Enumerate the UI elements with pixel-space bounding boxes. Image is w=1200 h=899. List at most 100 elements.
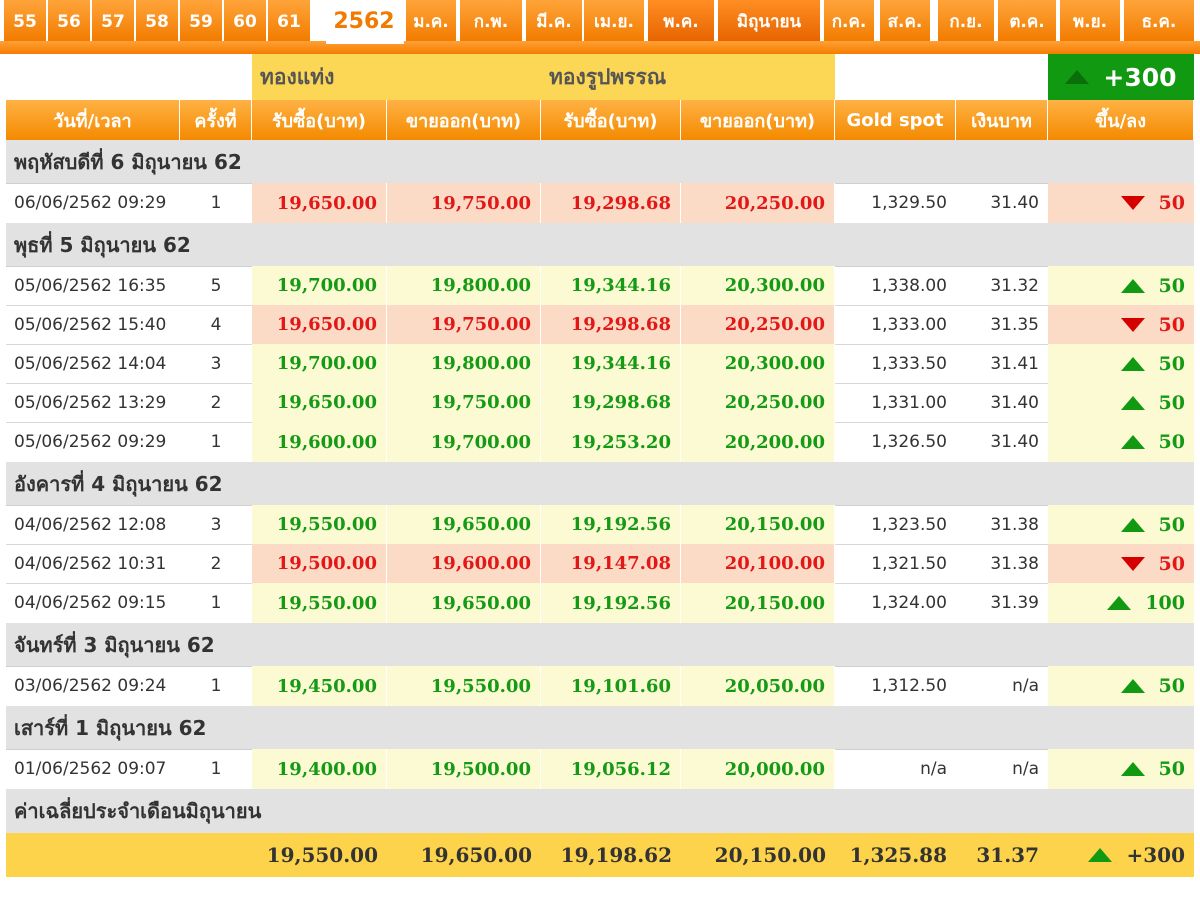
- group-ornament-gold: ทองรูปพรรณ: [541, 54, 835, 100]
- row-bar-buy: 19,650.00: [252, 183, 387, 223]
- row-thb-rate: 31.40: [990, 193, 1039, 213]
- row-change: 50: [1048, 505, 1194, 544]
- row-datetime: 04/06/2562 10:31: [14, 553, 167, 574]
- row-datetime: 04/06/2562 12:08: [14, 514, 167, 535]
- tab-month-19[interactable]: ธ.ค.: [1124, 0, 1196, 41]
- group-header-row: ทองแท่ง ทองรูปพรรณ +300: [6, 54, 1194, 100]
- tab-month-15[interactable]: ส.ค.: [880, 0, 932, 41]
- row-round: 1: [210, 676, 222, 696]
- tab-month-11[interactable]: เม.ย.: [584, 0, 646, 41]
- row-bar-sell: 19,750.00: [387, 383, 541, 422]
- row-round: 3: [210, 353, 222, 374]
- tab-month-8[interactable]: ม.ค.: [406, 0, 458, 41]
- row-orn-sell: 20,100.00: [681, 544, 835, 583]
- row-round: 1: [210, 432, 222, 452]
- row-orn-sell: 20,300.00: [681, 344, 835, 383]
- row-change-value: 50: [1158, 391, 1185, 414]
- row-bar-sell: 19,650.00: [387, 505, 541, 544]
- tab-month-14[interactable]: ก.ค.: [824, 0, 876, 41]
- row-round: 5: [210, 275, 222, 296]
- tab-month-16[interactable]: ก.ย.: [938, 0, 996, 41]
- average-orn-sell: 20,150.00: [714, 843, 826, 867]
- row-bar-sell: 19,800.00: [387, 344, 541, 383]
- table-row: 05/06/2562 15:40 4 19,650.00 19,750.00 19,29…: [6, 305, 1194, 345]
- row-bar-sell: 19,500.00: [387, 749, 541, 789]
- average-change: +300: [1048, 833, 1194, 877]
- row-gold-spot: n/a: [920, 759, 947, 779]
- tab-month-17[interactable]: ต.ค.: [998, 0, 1058, 41]
- row-orn-buy: 19,298.68: [541, 183, 681, 223]
- row-round: 1: [210, 593, 222, 613]
- tab-year-4[interactable]: 59: [180, 0, 224, 41]
- row-bar-sell: 19,750.00: [387, 183, 541, 223]
- column-header-1: ครั้งที่: [180, 100, 252, 140]
- table-row: 05/06/2562 09:29 1 19,600.00 19,700.00 19,25…: [6, 422, 1194, 463]
- row-gold-spot: 1,331.00: [871, 392, 947, 413]
- column-header-0: วันที่/เวลา: [6, 100, 180, 140]
- triangle-up-icon: [1120, 278, 1145, 293]
- average-spacer: [6, 833, 252, 877]
- tab-year-7[interactable]: 2562: [326, 0, 404, 44]
- row-thb-rate: 31.40: [990, 392, 1039, 413]
- section-header-2: อังคารที่ 4 มิถุนายน 62: [6, 462, 1194, 506]
- row-bar-buy: 19,500.00: [252, 544, 387, 583]
- row-orn-sell: 20,000.00: [681, 749, 835, 789]
- row-round: 1: [210, 193, 222, 213]
- triangle-up-icon: [1088, 848, 1113, 862]
- tab-year-6[interactable]: 61: [268, 0, 312, 41]
- row-orn-sell: 20,150.00: [681, 583, 835, 623]
- row-change-value: 50: [1158, 274, 1185, 297]
- row-gold-spot: 1,323.50: [871, 514, 947, 535]
- total-change-badge: +300: [1048, 54, 1194, 100]
- row-change-value: 50: [1158, 352, 1185, 375]
- row-bar-buy: 19,550.00: [252, 583, 387, 623]
- table-row: 06/06/2562 09:29 1 19,650.00 19,750.00 19,29…: [6, 183, 1194, 224]
- column-header-8: ขึ้น/ลง: [1048, 100, 1194, 140]
- row-datetime: 05/06/2562 13:29: [14, 392, 167, 413]
- tab-month-13[interactable]: มิถุนายน: [718, 0, 822, 41]
- table-row: 04/06/2562 12:08 3 19,550.00 19,650.00 19,19…: [6, 505, 1194, 545]
- row-change: 100: [1048, 583, 1194, 623]
- row-orn-sell: 20,050.00: [681, 666, 835, 706]
- period-tab-strip: 55 56 57 58 59 60 61 2562 ม.ค. ก.พ. มี.ค. เม.ย. พ.ค.…: [0, 0, 1200, 54]
- row-datetime: 05/06/2562 16:35: [14, 275, 167, 296]
- group-bar-gold: ทองแท่ง: [252, 54, 541, 100]
- average-orn-buy: 19,198.62: [560, 843, 672, 867]
- tab-month-9[interactable]: ก.พ.: [460, 0, 524, 41]
- row-orn-buy: 19,192.56: [541, 583, 681, 623]
- tab-year-2[interactable]: 57: [92, 0, 136, 41]
- tab-month-12[interactable]: พ.ค.: [648, 0, 716, 41]
- tab-year-5[interactable]: 60: [224, 0, 268, 41]
- tab-month-10[interactable]: มี.ค.: [526, 0, 584, 41]
- row-gold-spot: 1,324.00: [871, 593, 947, 613]
- row-datetime: 05/06/2562 14:04: [14, 353, 167, 374]
- row-gold-spot: 1,333.00: [871, 314, 947, 335]
- tab-year-3[interactable]: 58: [136, 0, 180, 41]
- row-orn-sell: 20,250.00: [681, 305, 835, 344]
- column-header-5: ขายออก(บาท): [681, 100, 835, 140]
- row-gold-spot: 1,333.50: [871, 353, 947, 374]
- row-change: 50: [1048, 344, 1194, 383]
- group-spacer: [6, 54, 252, 100]
- row-gold-spot: 1,321.50: [871, 553, 947, 574]
- row-change: 50: [1048, 183, 1194, 223]
- average-bar-sell: 19,650.00: [420, 843, 532, 867]
- group-spacer-right: [835, 54, 1048, 100]
- row-thb-rate: n/a: [1012, 759, 1039, 779]
- row-bar-buy: 19,450.00: [252, 666, 387, 706]
- row-round: 4: [210, 314, 222, 335]
- tab-year-1[interactable]: 56: [48, 0, 92, 41]
- row-bar-buy: 19,700.00: [252, 266, 387, 305]
- row-orn-buy: 19,298.68: [541, 383, 681, 422]
- column-header-7: เงินบาท: [956, 100, 1048, 140]
- row-change: 50: [1048, 266, 1194, 305]
- tab-year-0[interactable]: 55: [4, 0, 48, 41]
- table-row: 05/06/2562 16:35 5 19,700.00 19,800.00 19,34…: [6, 266, 1194, 306]
- section-title: พฤหัสบดีที่ 6 มิถุนายน 62: [14, 149, 242, 174]
- triangle-up-icon: [1120, 435, 1145, 449]
- column-header-4: รับซื้อ(บาท): [541, 100, 681, 140]
- tab-month-18[interactable]: พ.ย.: [1060, 0, 1122, 41]
- row-change-value: 50: [1158, 758, 1185, 780]
- average-title: ค่าเฉลี่ยประจำเดือนมิถุนายน: [14, 799, 262, 823]
- tab-underline-bar: [0, 41, 1200, 54]
